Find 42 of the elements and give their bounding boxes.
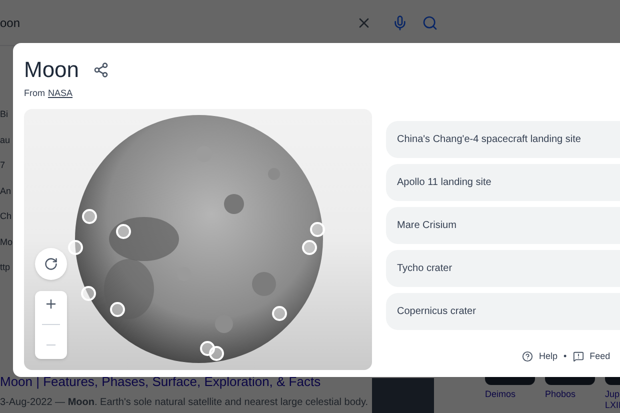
place-item[interactable]: Copernicus crater — [386, 292, 620, 330]
location-marker[interactable] — [68, 240, 83, 254]
snippet-fragment: ttp — [0, 261, 10, 274]
rotate-icon — [44, 256, 58, 270]
microphone-icon[interactable] — [392, 14, 408, 30]
moon-globe-drawing[interactable] — [74, 114, 324, 364]
photo-placeholder — [545, 377, 595, 385]
location-marker[interactable] — [81, 286, 96, 300]
place-item[interactable]: Apollo 11 landing site — [386, 164, 620, 200]
share-icon[interactable] — [93, 62, 110, 78]
photo-placeholder — [485, 377, 535, 385]
snippet-fragment: 7 — [0, 159, 6, 172]
place-item[interactable]: Mare Crisium — [386, 206, 620, 244]
snippet-fragment: au — [0, 134, 10, 146]
location-marker[interactable] — [116, 224, 131, 238]
search-query: oon — [0, 14, 22, 32]
help-link[interactable]: Help — [539, 350, 558, 363]
location-marker[interactable] — [200, 340, 215, 356]
search-icon[interactable] — [422, 14, 438, 30]
place-item[interactable]: China's Chang'e-4 spacecraft landing site — [386, 120, 620, 158]
location-marker[interactable] — [272, 306, 287, 320]
rotate-button[interactable] — [35, 248, 67, 280]
snippet-fragment: Ch — [0, 210, 12, 223]
separator-dot: • — [564, 350, 567, 362]
location-marker[interactable] — [82, 208, 97, 224]
zoom-in-icon[interactable] — [44, 297, 58, 311]
help-icon — [522, 350, 533, 362]
snippet-fragment: Bi — [0, 108, 8, 121]
location-marker[interactable] — [110, 302, 125, 316]
photo-placeholder — [372, 378, 434, 413]
dialog-title: Moon — [24, 59, 80, 81]
source-link[interactable]: NASA — [48, 87, 73, 100]
result-snippet: 3-Aug-2022 — Moon. Earth's sole natural satellite and nearest large celestial body. — [0, 396, 370, 410]
location-marker[interactable] — [302, 240, 317, 254]
place-item[interactable]: Tycho crater — [386, 250, 620, 286]
feedback-icon — [572, 350, 584, 362]
location-marker[interactable] — [209, 346, 224, 360]
source-label: From — [24, 87, 45, 100]
location-marker[interactable] — [310, 222, 325, 236]
snippet-fragment: An — [0, 184, 12, 198]
feedback-link[interactable]: Feed — [590, 350, 610, 363]
snippet-fragment: Mo — [0, 236, 13, 248]
